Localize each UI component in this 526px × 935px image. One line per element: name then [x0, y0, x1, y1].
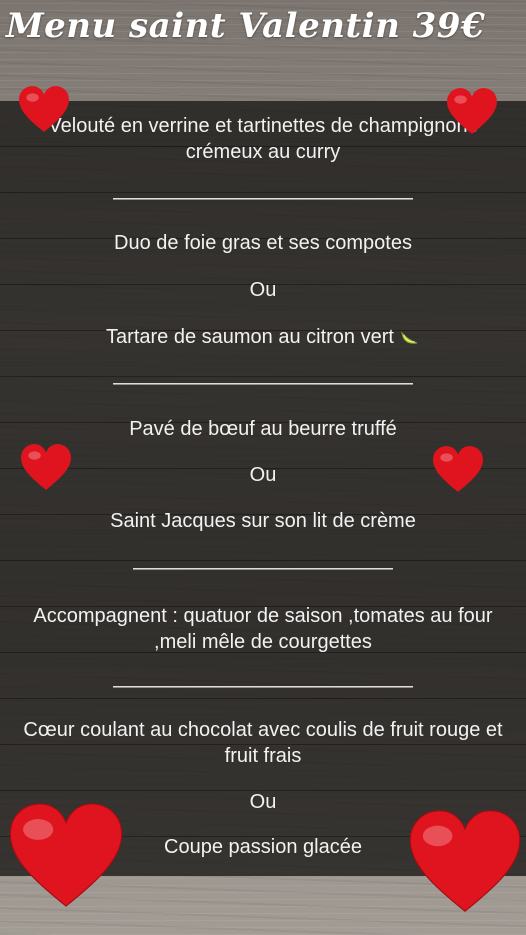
menu-title: Menu saint Valentin 39€: [6, 6, 486, 46]
menu-divider: —————————————: [133, 557, 393, 579]
menu-divider: ———————————————: [113, 187, 413, 209]
heart-icon: [409, 810, 521, 912]
menu-item-main-2: Saint Jacques sur son lit de crème: [110, 510, 416, 532]
heart-icon: [21, 444, 71, 490]
heart-icon: [19, 86, 69, 132]
menu-item-starter-2: Duo de foie gras et ses compotes: [114, 232, 412, 254]
menu-item-sides: Accompagnent : quatuor de saison ,tomate…: [33, 605, 493, 653]
menu-item-dessert-1: Cœur coulant au chocolat avec coulis de …: [23, 719, 503, 767]
menu-or-separator: Ou: [249, 279, 277, 301]
menu-item-starter-3: Tartare de saumon au citron vert: [0, 313, 526, 361]
menu-divider: ———————————————: [113, 372, 413, 394]
heart-icon: [447, 88, 497, 134]
menu-divider: ———————————————: [113, 675, 413, 697]
heart-icon: [9, 803, 123, 907]
heart-icon: [433, 446, 483, 492]
lime-slice-icon: [401, 331, 418, 344]
